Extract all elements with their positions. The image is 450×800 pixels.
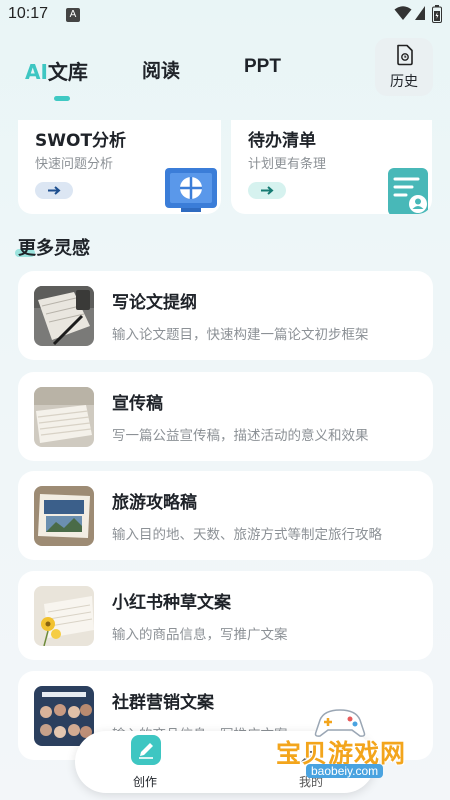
list-item-title: 写论文提纲 xyxy=(112,293,197,313)
monitor-grid-icon xyxy=(165,168,217,212)
travel-guide-book-photo xyxy=(34,486,94,546)
pencil-icon xyxy=(131,735,161,765)
community-avatars-photo xyxy=(34,686,94,746)
nav-create-label: 创作 xyxy=(132,775,157,789)
watermark: 宝贝游戏网 baobeiy.com xyxy=(272,706,422,788)
arrow-right-icon xyxy=(48,186,61,195)
history-button[interactable]: 历史 xyxy=(375,38,433,96)
feature-card-swot[interactable]: SWOT分析 快速问题分析 xyxy=(18,120,221,214)
list-item-publicity[interactable]: 宣传稿 写一篇公益宣传稿，描述活动的意义和效果 xyxy=(18,372,433,461)
feature-card-title: SWOT分析 xyxy=(35,131,127,151)
status-bar: 10:17 A xyxy=(0,0,450,30)
tab-ppt[interactable]: PPT xyxy=(244,56,281,78)
watermark-url: baobeiy.com xyxy=(306,764,384,778)
list-item-title: 小红书种草文案 xyxy=(112,593,231,613)
top-tabs: AI文库 阅读 PPT xyxy=(0,52,360,92)
tab-reading[interactable]: 阅读 xyxy=(142,56,180,83)
feature-card-subtitle: 计划更有条理 xyxy=(248,157,327,172)
list-item-paper-outline[interactable]: 写论文提纲 输入论文题目，快速构建一篇论文初步框架 xyxy=(18,271,433,360)
section-title: 更多灵感 xyxy=(18,238,90,259)
tab-ai-library[interactable]: AI文库 xyxy=(25,56,88,85)
list-item-title: 宣传稿 xyxy=(112,394,163,414)
list-item-travel-guide[interactable]: 旅游攻略稿 输入目的地、天数、旅游方式等制定旅行攻略 xyxy=(18,471,433,560)
status-time: 10:17 xyxy=(8,5,49,22)
battery-icon xyxy=(432,5,442,23)
notification-icon: A xyxy=(66,8,80,22)
active-tab-indicator xyxy=(54,96,70,101)
feature-card-subtitle: 快速问题分析 xyxy=(35,157,114,172)
tab-ai-prefix: AI xyxy=(25,60,48,84)
paper-stack-photo xyxy=(34,387,94,447)
flower-book-photo xyxy=(34,586,94,646)
nav-create[interactable]: 创作 xyxy=(117,735,173,789)
feature-card-title: 待办清单 xyxy=(248,131,316,151)
list-item-description: 写一篇公益宣传稿，描述活动的意义和效果 xyxy=(112,428,369,444)
tab-ai-label: 文库 xyxy=(47,60,88,84)
list-item-description: 输入的商品信息，写推广文案 xyxy=(112,627,288,643)
arrow-button[interactable] xyxy=(248,182,286,199)
feature-card-todo[interactable]: 待办清单 计划更有条理 xyxy=(231,120,432,214)
arrow-button[interactable] xyxy=(35,182,73,199)
checklist-doc-icon xyxy=(388,168,428,214)
list-item-xiaohongshu[interactable]: 小红书种草文案 输入的商品信息，写推广文案 xyxy=(18,571,433,660)
arrow-right-icon xyxy=(261,186,274,195)
list-item-title: 旅游攻略稿 xyxy=(112,493,197,513)
wifi-icon xyxy=(394,6,412,20)
notebook-pen-photo xyxy=(34,286,94,346)
list-item-description: 输入论文题目，快速构建一篇论文初步框架 xyxy=(112,327,369,343)
document-clock-icon xyxy=(397,44,413,66)
history-label: 历史 xyxy=(390,74,418,90)
signal-icon xyxy=(415,6,425,20)
list-item-title: 社群营销文案 xyxy=(112,693,214,713)
list-item-description: 输入目的地、天数、旅游方式等制定旅行攻略 xyxy=(112,527,382,543)
